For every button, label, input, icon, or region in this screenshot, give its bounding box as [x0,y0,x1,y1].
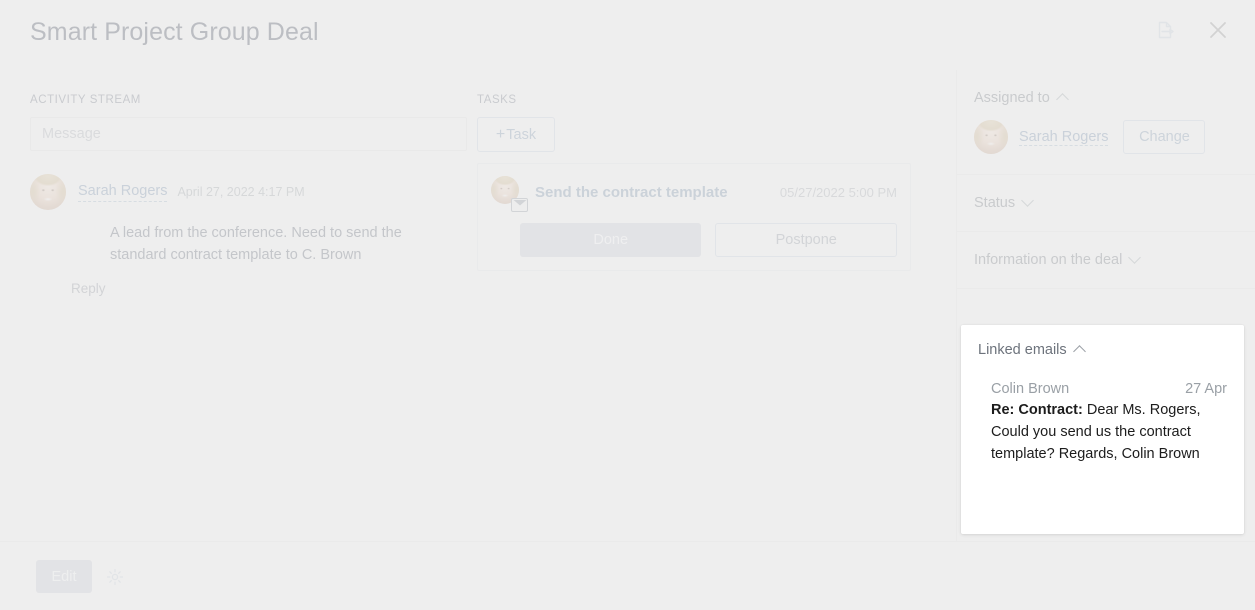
message-input[interactable] [30,117,467,151]
footer-actions: Edit [36,560,125,593]
activity-stream-label: ACTIVITY STREAM [30,94,141,106]
close-icon[interactable] [1205,17,1231,43]
assigned-to-title: Assigned to [974,90,1050,106]
document-export-icon[interactable] [1153,17,1179,43]
gear-icon[interactable] [105,567,125,587]
plus-icon: + [495,125,506,143]
activity-stream-item: Sarah Rogers April 27, 2022 4:17 PM A le… [30,174,467,298]
chevron-down-icon [1128,250,1142,264]
deal-detail-screen: Smart Project Group Deal ACTIVITY STREAM… [0,0,1255,610]
task-done-button[interactable]: Done [520,223,702,257]
linked-emails-card: Linked emails Colin Brown 27 Apr Re: Con… [961,325,1244,534]
task-title[interactable]: Send the contract template [535,184,728,201]
change-assignee-button[interactable]: Change [1123,120,1206,154]
sidebar-section-information: Information on the deal [957,232,1255,289]
chevron-up-icon [1055,92,1069,106]
email-sender: Colin Brown [991,381,1070,397]
task-card: Send the contract template 05/27/2022 5:… [477,163,911,271]
status-title: Status [974,195,1016,211]
information-header[interactable]: Information on the deal [974,250,1255,268]
edit-button[interactable]: Edit [36,560,92,593]
header-actions [1153,17,1231,43]
activity-stream-column: ACTIVITY STREAM Sarah Rogers April 27, 2… [30,94,467,298]
email-date: 27 Apr [1185,381,1227,397]
linked-email-item[interactable]: Colin Brown 27 Apr Re: Contract: Dear Ms… [991,381,1227,465]
page-title: Smart Project Group Deal [30,18,319,46]
avatar [974,120,1008,154]
email-body: Re: Contract: Dear Ms. Rogers, Could you… [991,400,1216,465]
task-header-row: Send the contract template 05/27/2022 5:… [491,176,897,212]
sidebar-section-assigned: Assigned to Sarah Rogers Change [957,70,1255,175]
information-title: Information on the deal [974,252,1123,268]
add-task-label: Task [506,126,537,143]
status-header[interactable]: Status [974,193,1255,211]
document-export-icon-svg [1158,21,1174,39]
email-subject: Re: Contract: [991,402,1083,418]
main-content-pane: ACTIVITY STREAM Sarah Rogers April 27, 2… [0,70,956,541]
assignee-row: Sarah Rogers Change [974,120,1255,154]
task-avatar-wrap [491,176,528,212]
tasks-label: TASKS [477,94,517,106]
sidebar-section-status: Status [957,175,1255,232]
assignee-link[interactable]: Sarah Rogers [1019,129,1109,146]
avatar [30,174,66,210]
reply-link[interactable]: Reply [71,281,106,296]
activity-item-header: Sarah Rogers April 27, 2022 4:17 PM [30,174,467,210]
activity-timestamp: April 27, 2022 4:17 PM [177,185,305,199]
chevron-down-icon [1021,193,1034,207]
add-task-button[interactable]: + Task [477,117,555,152]
close-icon-svg [1210,22,1226,38]
assigned-to-header[interactable]: Assigned to [974,90,1255,106]
task-due-date: 05/27/2022 5:00 PM [779,184,897,200]
task-actions: Done Postpone [520,223,897,257]
gear-icon-svg [106,568,124,585]
tasks-column: TASKS + Task Send the contract template … [477,94,911,271]
activity-author-link[interactable]: Sarah Rogers [78,182,168,202]
linked-emails-header[interactable]: Linked emails [978,342,1227,358]
activity-item-body: A lead from the conference. Need to send… [110,225,402,263]
envelope-icon [511,198,528,212]
task-postpone-button[interactable]: Postpone [715,223,897,257]
linked-emails-title: Linked emails [978,342,1067,358]
footer-divider [0,541,1255,542]
linked-email-meta: Colin Brown 27 Apr [991,381,1227,397]
chevron-up-icon [1072,344,1086,358]
